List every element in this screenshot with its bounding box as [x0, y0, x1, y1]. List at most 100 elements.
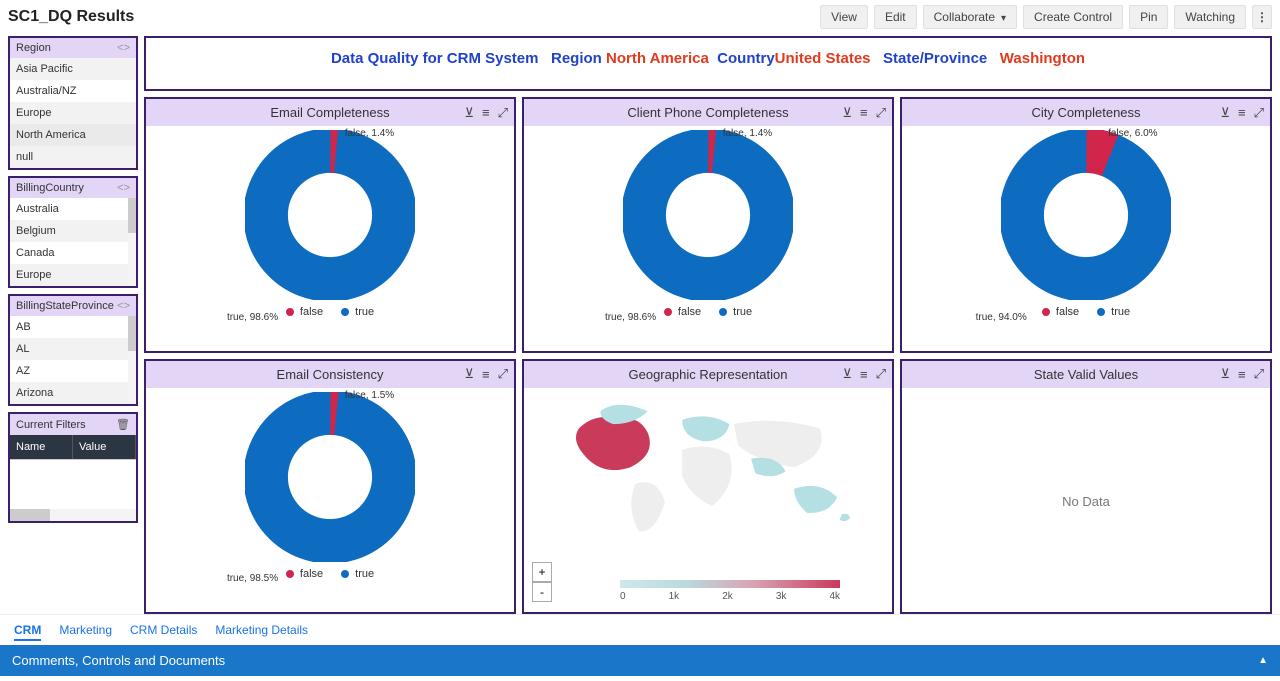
trash-icon[interactable]: 🗑	[116, 418, 130, 431]
legend-dot-true	[719, 308, 727, 316]
filter-item[interactable]: Australia	[10, 198, 136, 220]
watching-button[interactable]: Watching	[1174, 5, 1246, 29]
zoom-in-button[interactable]: +	[532, 562, 552, 582]
filter-icon[interactable]: ⊻	[842, 366, 852, 382]
scrollbar[interactable]	[128, 316, 136, 404]
filter-item[interactable]: Belgium	[10, 220, 136, 242]
expand-icon[interactable]: ⤢	[876, 366, 886, 382]
filter-item[interactable]: Europe	[10, 264, 136, 286]
heading-state-value: Washington	[1000, 50, 1085, 67]
nodata-label: No Data	[1062, 494, 1110, 509]
filter-glyph-icon[interactable]: <>	[117, 300, 130, 312]
card-title: Email Consistency	[277, 367, 384, 382]
col-name: Name	[10, 435, 73, 459]
expand-icon[interactable]: ⤢	[498, 105, 508, 121]
expand-icon[interactable]: ⤢	[1254, 105, 1264, 121]
filter-glyph-icon[interactable]: <>	[117, 182, 130, 194]
card-title: Email Completeness	[270, 105, 389, 120]
h-scrollbar[interactable]	[10, 509, 136, 521]
legend-dot-true	[341, 308, 349, 316]
collaborate-button[interactable]: Collaborate	[923, 5, 1017, 29]
current-filters: Current Filters🗑 Name Value	[8, 412, 138, 523]
world-map[interactable]	[530, 394, 886, 549]
filter-item[interactable]: AB	[10, 316, 136, 338]
filter-region: Region <> Asia Pacific Australia/NZ Europ…	[8, 36, 138, 170]
filter-icon[interactable]: ⊻	[1220, 366, 1230, 382]
filter-icon[interactable]: ⊻	[842, 105, 852, 121]
menu-icon[interactable]: ≡	[1238, 105, 1246, 120]
donut-chart	[245, 392, 415, 562]
menu-icon[interactable]: ≡	[482, 367, 490, 382]
card-title: City Completeness	[1031, 105, 1140, 120]
filter-item[interactable]: Europe	[10, 102, 136, 124]
filter-country: BillingCountry <> Australia Belgium Canad…	[8, 176, 138, 288]
filter-item[interactable]: Asia Pacific	[10, 58, 136, 80]
card-email-completeness: Email Completeness ⊻≡⤢ false, 1.4% true,…	[144, 97, 516, 353]
tick: 1k	[669, 591, 680, 602]
tick: 0	[620, 591, 626, 602]
heading-state-label: State/Province	[883, 50, 987, 67]
false-label: false, 1.4%	[345, 128, 394, 139]
menu-icon[interactable]: ≡	[860, 367, 868, 382]
expand-icon[interactable]: ⤢	[498, 366, 508, 382]
card-title: Geographic Representation	[629, 367, 788, 382]
current-filters-label: Current Filters	[16, 419, 86, 431]
legend-dot-true	[341, 570, 349, 578]
filter-icon[interactable]: ⊻	[464, 366, 474, 382]
legend-dot-false	[1042, 308, 1050, 316]
action-bar: View Edit Collaborate Create Control Pin…	[820, 5, 1272, 29]
card-email-consistency: Email Consistency ⊻≡⤢ false, 1.5% true, …	[144, 359, 516, 615]
expand-icon[interactable]: ⤢	[876, 105, 886, 121]
menu-icon[interactable]: ≡	[1238, 367, 1246, 382]
tick: 2k	[722, 591, 733, 602]
tab-marketing[interactable]: Marketing	[59, 621, 112, 641]
menu-icon[interactable]: ≡	[860, 105, 868, 120]
heading-prefix: Data Quality for CRM System	[331, 50, 539, 67]
create-control-button[interactable]: Create Control	[1023, 5, 1123, 29]
card-geo: Geographic Representation ⊻ ≡ ⤢	[522, 359, 894, 615]
expand-icon[interactable]: ⤢	[1254, 366, 1264, 382]
view-button[interactable]: View	[820, 5, 868, 29]
filter-item[interactable]: Australia/NZ	[10, 80, 136, 102]
tick: 4k	[829, 591, 840, 602]
filter-label: Region	[16, 42, 51, 54]
tab-marketing-details[interactable]: Marketing Details	[215, 621, 308, 641]
legend-true: true	[355, 568, 374, 580]
legend-false: false	[1056, 306, 1079, 318]
edit-button[interactable]: Edit	[874, 5, 917, 29]
menu-icon[interactable]: ≡	[482, 105, 490, 120]
pin-button[interactable]: Pin	[1129, 5, 1168, 29]
map-zoom: + -	[532, 562, 552, 602]
filter-icon[interactable]: ⊻	[464, 105, 474, 121]
filter-item[interactable]: Arizona	[10, 382, 136, 404]
heading: Data Quality for CRM System Region North…	[144, 36, 1272, 91]
chevron-up-icon: ▲	[1258, 655, 1268, 666]
filter-item[interactable]: null	[10, 146, 136, 168]
legend-false: false	[300, 568, 323, 580]
tab-crm[interactable]: CRM	[14, 621, 41, 641]
zoom-out-button[interactable]: -	[532, 582, 552, 602]
filter-glyph-icon[interactable]: <>	[117, 42, 130, 54]
footer-panel[interactable]: Comments, Controls and Documents ▲	[0, 645, 1280, 676]
filter-item[interactable]: Canada	[10, 242, 136, 264]
filter-item[interactable]: North America	[10, 124, 136, 146]
filter-item[interactable]: AL	[10, 338, 136, 360]
card-state-valid: State Valid Values ⊻≡⤢ No Data	[900, 359, 1272, 615]
filter-item[interactable]: AZ	[10, 360, 136, 382]
false-label: false, 1.5%	[345, 390, 394, 401]
donut-chart	[245, 130, 415, 300]
legend-dot-false	[286, 308, 294, 316]
filter-label: BillingCountry	[16, 182, 84, 194]
more-menu-button[interactable]: ⋮	[1252, 5, 1272, 29]
card-title: Client Phone Completeness	[627, 105, 788, 120]
dashboard: Data Quality for CRM System Region North…	[144, 36, 1272, 614]
heading-country-value: United States	[775, 50, 871, 67]
tick: 3k	[776, 591, 787, 602]
legend-false: false	[300, 306, 323, 318]
scrollbar[interactable]	[128, 198, 136, 286]
tab-crm-details[interactable]: CRM Details	[130, 621, 197, 641]
legend-false: false	[678, 306, 701, 318]
page-title: SC1_DQ Results	[8, 8, 134, 26]
card-city-completeness: City Completeness ⊻≡⤢ false, 6.0% true, …	[900, 97, 1272, 353]
filter-icon[interactable]: ⊻	[1220, 105, 1230, 121]
